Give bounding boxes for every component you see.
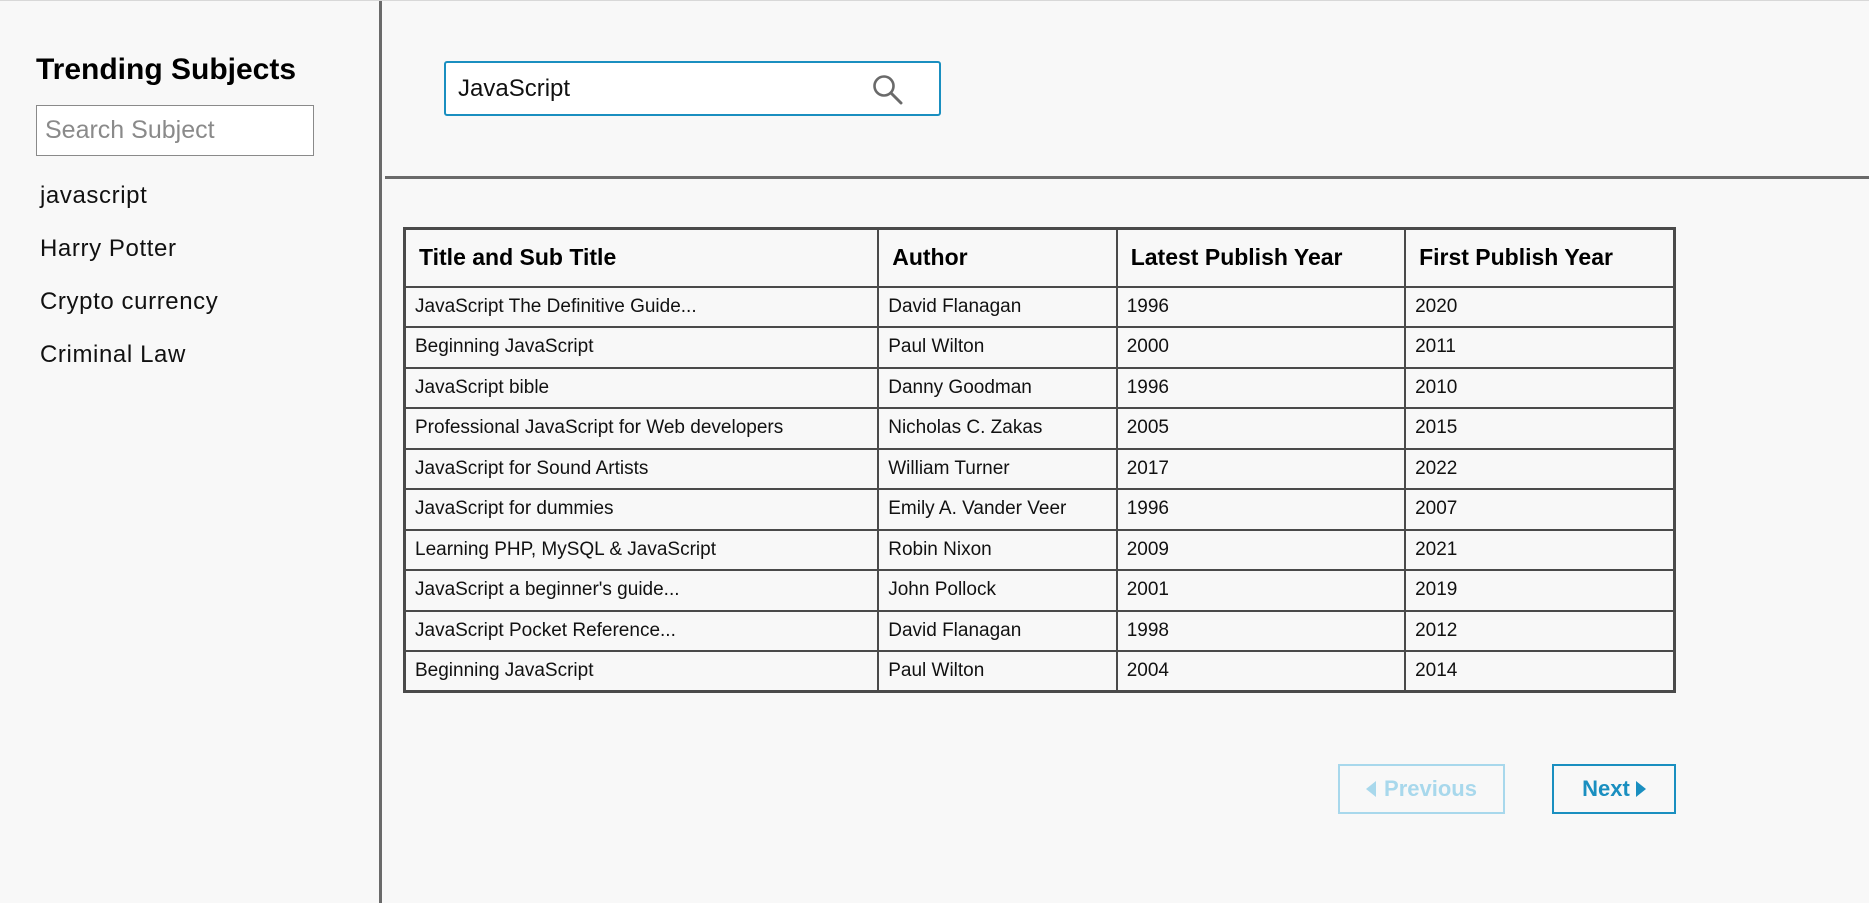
cell-title: JavaScript Pocket Reference...: [403, 609, 880, 652]
cell-title: JavaScript a beginner's guide...: [403, 569, 880, 612]
caret-right-icon: [1635, 781, 1646, 797]
cell-first-year: 2007: [1404, 488, 1676, 531]
sidebar-title: Trending Subjects: [36, 53, 297, 86]
cell-title: JavaScript bible: [403, 366, 880, 409]
table-row: JavaScript bible Danny Goodman 1996 2010: [403, 366, 1676, 409]
column-header-author: Author: [877, 227, 1118, 288]
cell-latest-year: 2005: [1115, 407, 1407, 450]
cell-first-year: 2020: [1404, 285, 1676, 328]
cell-latest-year: 2000: [1115, 326, 1407, 369]
cell-title: JavaScript for Sound Artists: [403, 447, 880, 490]
subject-item-criminal-law[interactable]: Criminal Law: [40, 340, 218, 393]
table-row: JavaScript for dummies Emily A. Vander V…: [403, 488, 1676, 531]
column-header-latest-publish-year: Latest Publish Year: [1115, 227, 1407, 288]
cell-author: Paul Wilton: [877, 326, 1118, 369]
results-table: Title and Sub Title Author Latest Publis…: [403, 227, 1676, 693]
cell-latest-year: 2004: [1115, 650, 1407, 693]
cell-title: Beginning JavaScript: [403, 326, 880, 369]
previous-button-label: Previous: [1384, 776, 1477, 801]
cell-title: Learning PHP, MySQL & JavaScript: [403, 528, 880, 571]
table-row: Professional JavaScript for Web develope…: [403, 407, 1676, 450]
cell-first-year: 2019: [1404, 569, 1676, 612]
table-row: Learning PHP, MySQL & JavaScript Robin N…: [403, 528, 1676, 571]
cell-author: William Turner: [877, 447, 1118, 490]
cell-latest-year: 2017: [1115, 447, 1407, 490]
app-window: Trending Subjects javascript Harry Potte…: [0, 0, 1869, 903]
cell-latest-year: 2001: [1115, 569, 1407, 612]
cell-latest-year: 1996: [1115, 285, 1407, 328]
cell-title: JavaScript The Definitive Guide...: [403, 285, 880, 328]
table-row: Beginning JavaScript Paul Wilton 2004 20…: [403, 650, 1676, 693]
search-icon[interactable]: [871, 73, 905, 107]
table-row: Beginning JavaScript Paul Wilton 2000 20…: [403, 326, 1676, 369]
cell-first-year: 2014: [1404, 650, 1676, 693]
table-header: Title and Sub Title Author Latest Publis…: [403, 227, 1676, 288]
subject-item-javascript[interactable]: javascript: [40, 181, 218, 234]
cell-latest-year: 1996: [1115, 488, 1407, 531]
cell-first-year: 2012: [1404, 609, 1676, 652]
cell-first-year: 2022: [1404, 447, 1676, 490]
cell-first-year: 2011: [1404, 326, 1676, 369]
cell-author: Robin Nixon: [877, 528, 1118, 571]
cell-latest-year: 1996: [1115, 366, 1407, 409]
cell-first-year: 2010: [1404, 366, 1676, 409]
cell-author: John Pollock: [877, 569, 1118, 612]
cell-title: JavaScript for dummies: [403, 488, 880, 531]
previous-button[interactable]: Previous: [1338, 764, 1505, 814]
cell-author: David Flanagan: [877, 609, 1118, 652]
cell-title: Professional JavaScript for Web develope…: [403, 407, 880, 450]
book-search-box: [444, 61, 941, 116]
cell-first-year: 2015: [1404, 407, 1676, 450]
cell-author: Emily A. Vander Veer: [877, 488, 1118, 531]
caret-left-icon: [1366, 781, 1377, 797]
cell-latest-year: 1998: [1115, 609, 1407, 652]
cell-author: David Flanagan: [877, 285, 1118, 328]
table-body: JavaScript The Definitive Guide... David…: [403, 285, 1676, 693]
subject-search-input[interactable]: [36, 105, 314, 156]
cell-author: Nicholas C. Zakas: [877, 407, 1118, 450]
table-row: JavaScript a beginner's guide... John Po…: [403, 569, 1676, 612]
table-row: JavaScript for Sound Artists William Tur…: [403, 447, 1676, 490]
cell-latest-year: 2009: [1115, 528, 1407, 571]
next-button[interactable]: Next: [1552, 764, 1676, 814]
cell-author: Danny Goodman: [877, 366, 1118, 409]
next-button-label: Next: [1582, 776, 1630, 801]
column-header-title: Title and Sub Title: [403, 227, 880, 288]
column-header-first-publish-year: First Publish Year: [1404, 227, 1676, 288]
book-search-input[interactable]: [458, 69, 858, 109]
top-bar: [385, 1, 1869, 179]
subject-item-harry-potter[interactable]: Harry Potter: [40, 234, 218, 287]
sidebar: Trending Subjects javascript Harry Potte…: [0, 1, 382, 903]
cell-author: Paul Wilton: [877, 650, 1118, 693]
cell-first-year: 2021: [1404, 528, 1676, 571]
subject-list: javascript Harry Potter Crypto currency …: [40, 181, 218, 393]
subject-item-crypto-currency[interactable]: Crypto currency: [40, 287, 218, 340]
table-row: JavaScript Pocket Reference... David Fla…: [403, 609, 1676, 652]
table-row: JavaScript The Definitive Guide... David…: [403, 285, 1676, 328]
cell-title: Beginning JavaScript: [403, 650, 880, 693]
table-header-row: Title and Sub Title Author Latest Publis…: [403, 227, 1676, 288]
